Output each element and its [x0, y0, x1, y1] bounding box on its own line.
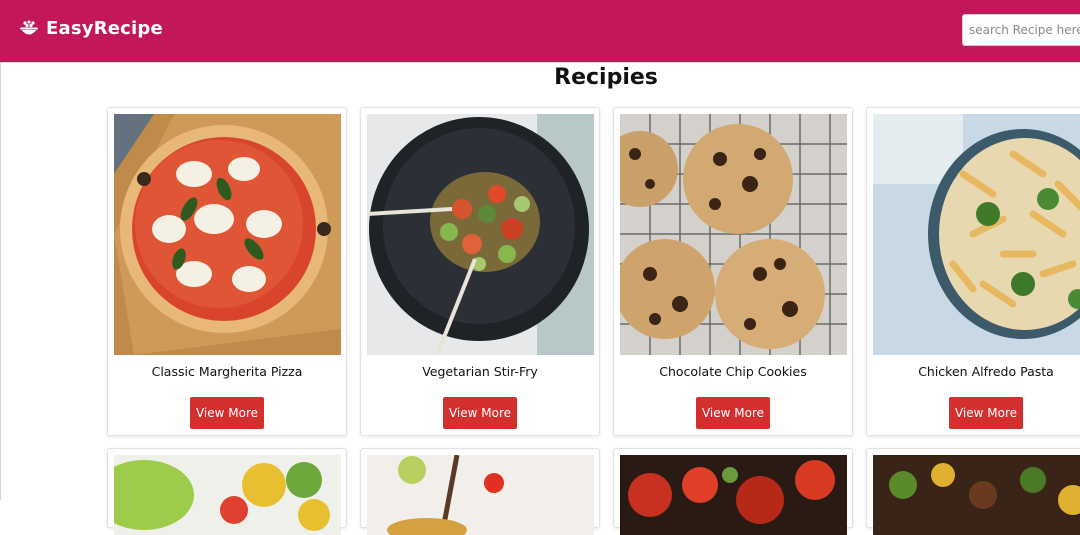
view-more-button[interactable]: View More — [443, 397, 517, 429]
recipe-card: Chocolate Chip Cookies View More — [613, 107, 853, 436]
recipe-title: Vegetarian Stir-Fry — [422, 364, 538, 379]
margherita-pizza-photo — [114, 114, 341, 355]
recipe-card — [107, 448, 347, 535]
recipe-title: Chicken Alfredo Pasta — [918, 364, 1054, 379]
page-title: Recipies — [554, 65, 658, 90]
recipe-card: Vegetarian Stir-Fry View More — [360, 107, 600, 436]
view-more-button[interactable]: View More — [696, 397, 770, 429]
recipe-card — [360, 448, 600, 535]
search-input[interactable] — [962, 14, 1080, 46]
view-more-button[interactable]: View More — [190, 397, 264, 429]
soup-photo — [367, 455, 594, 535]
view-more-button[interactable]: View More — [949, 397, 1023, 429]
recipe-card — [866, 448, 1080, 535]
brand-logo[interactable]: EasyRecipe — [19, 18, 163, 39]
recipe-card: Chicken Alfredo Pasta View More — [866, 107, 1080, 436]
brand-name: EasyRecipe — [46, 18, 163, 39]
chocolate-chip-cookies-photo — [620, 114, 847, 355]
recipe-card — [613, 448, 853, 535]
recipe-title: Chocolate Chip Cookies — [659, 364, 807, 379]
chicken-alfredo-pasta-photo — [873, 114, 1080, 355]
beef-stir-fry-photo — [873, 455, 1080, 535]
salad-photo — [114, 455, 341, 535]
vegetable-stir-fry-photo — [367, 114, 594, 355]
bruschetta-photo — [620, 455, 847, 535]
bowl-icon — [20, 19, 38, 34]
recipe-title: Classic Margherita Pizza — [151, 364, 303, 379]
navbar: EasyRecipe — [0, 0, 1080, 62]
recipe-card: Classic Margherita Pizza View More — [107, 107, 347, 436]
